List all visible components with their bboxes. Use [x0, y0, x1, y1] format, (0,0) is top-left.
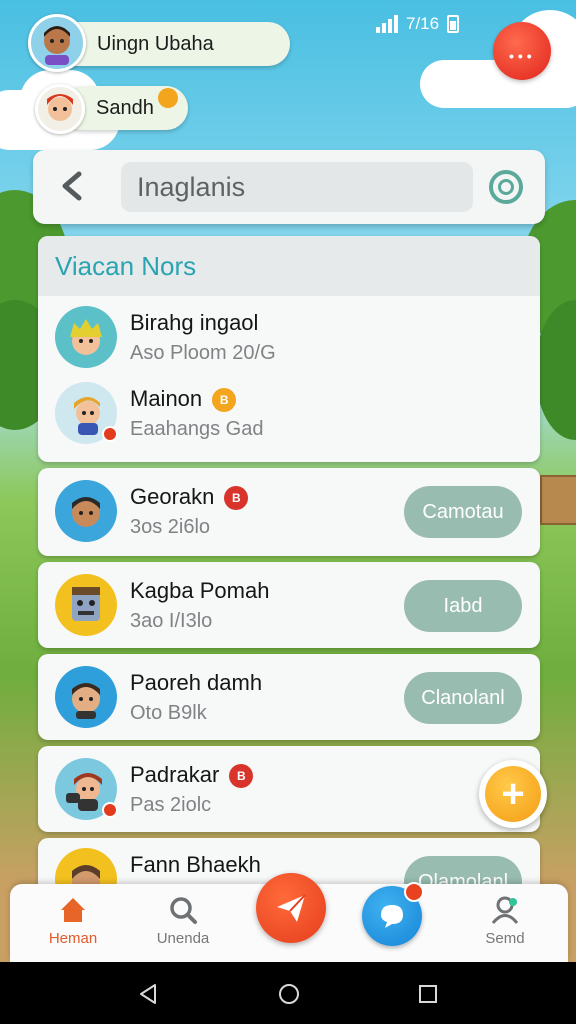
avatar: [55, 574, 117, 636]
status-dot: [102, 802, 118, 818]
contact-name-wrap: Padrakar B: [130, 762, 254, 788]
back-arrow-icon: [62, 171, 82, 201]
search-card: [33, 150, 545, 224]
battery-icon: [447, 15, 460, 33]
contact-action-button[interactable]: Iabd: [404, 580, 522, 632]
contact-card[interactable]: Kagba Pomah 3ao I/I3lo Iabd: [38, 562, 540, 648]
badge-icon: B: [212, 388, 237, 412]
home-nav-icon[interactable]: [277, 982, 301, 1006]
section-title: Viacan Nors: [38, 236, 540, 296]
nav-profile[interactable]: Semd: [460, 892, 550, 947]
nav-label: Unenda: [156, 930, 210, 947]
status-text: 7/16: [406, 14, 440, 33]
contact-subtitle: Aso Ploom 20/G: [130, 342, 276, 364]
status-bar: 7/16: [376, 12, 460, 36]
contact-subtitle: Oto B9lk: [130, 702, 207, 724]
list-item[interactable]: Birahg ingaol Aso Ploom 20/G: [38, 306, 540, 378]
contact-name-wrap: Mainon B: [130, 386, 237, 412]
list-item[interactable]: Mainon B Eaahangs Gad: [38, 382, 540, 454]
contact-card[interactable]: Padrakar B Pas 2iolc: [38, 746, 540, 832]
contact-name: Birahg ingaol: [130, 310, 259, 335]
menu-button[interactable]: •••: [493, 22, 551, 80]
badge-icon: B: [229, 764, 254, 788]
contact-name: Mainon: [130, 386, 203, 411]
chat-icon: [381, 905, 403, 928]
signal-icon: [376, 15, 398, 33]
contact-subtitle: Pas 2iolc: [130, 794, 212, 816]
contact-subtitle: Eaahangs Gad: [130, 418, 264, 440]
contact-name: Kagba Pomah: [130, 578, 270, 603]
nav-home[interactable]: Heman: [28, 892, 118, 947]
profile-chip-1[interactable]: Uingn Ubaha: [52, 22, 290, 66]
list-item: Padrakar B Pas 2iolc: [38, 758, 540, 830]
boy-avatar-icon: [66, 773, 102, 811]
contact-name: Padrakar: [130, 762, 220, 787]
robot-avatar-icon: [72, 587, 100, 621]
nav-search[interactable]: Unenda: [138, 892, 228, 947]
contact-name-wrap: Georakn B: [130, 484, 249, 510]
avatar: [55, 666, 117, 728]
target-icon[interactable]: [489, 170, 523, 204]
contact-subtitle: 3os 2i6lo: [130, 516, 211, 538]
contact-subtitle: 3ao I/I3lo: [130, 610, 213, 632]
send-button[interactable]: [256, 873, 326, 943]
home-icon: [61, 898, 85, 922]
boy-avatar-icon: [72, 497, 100, 527]
contact-action-button[interactable]: Camotau: [404, 486, 522, 538]
nav-label: Heman: [48, 930, 98, 947]
more-dots-icon: •••: [509, 48, 536, 64]
fence: [540, 475, 576, 525]
contact-card[interactable]: Georakn B 3os 2i6lo Camotau: [38, 468, 540, 556]
section-card: Viacan Nors Birahg ingaol Aso Ploom 20/G…: [38, 236, 540, 462]
person-icon: [491, 896, 519, 924]
avatar[interactable]: [28, 14, 86, 72]
search-icon: [170, 897, 197, 924]
notification-dot: [404, 882, 424, 902]
boy-avatar-icon: [44, 26, 70, 65]
system-nav-bar: [0, 962, 576, 1024]
avatar[interactable]: [35, 84, 85, 134]
profile-name: Sandh: [96, 96, 154, 119]
contact-card[interactable]: Paoreh damh Oto B9lk Clanolanl: [38, 654, 540, 740]
send-icon: [277, 894, 306, 922]
contact-name: Fann Bhaekh: [130, 852, 261, 877]
boy-avatar-icon: [72, 683, 100, 719]
avatar: [55, 306, 117, 368]
contact-name: Georakn: [130, 484, 215, 509]
search-input[interactable]: [121, 162, 473, 212]
blonde-boy-avatar-icon: [70, 319, 102, 355]
avatar: [55, 480, 117, 542]
girl-avatar-icon: [47, 94, 73, 121]
contact-action-button[interactable]: Clanolanl: [404, 672, 522, 724]
chat-button[interactable]: [362, 882, 424, 946]
nav-label: Semd: [485, 930, 525, 947]
contact-name: Paoreh damh: [130, 670, 263, 695]
plus-icon: +: [485, 766, 541, 822]
girl-avatar-icon: [74, 397, 100, 435]
badge-icon: B: [224, 486, 249, 510]
notification-badge: [158, 88, 178, 108]
recents-nav-icon[interactable]: [416, 982, 440, 1006]
add-fab-button[interactable]: +: [479, 760, 547, 828]
profile-name: Uingn Ubaha: [97, 32, 214, 55]
status-dot: [102, 426, 118, 442]
back-button[interactable]: [53, 166, 93, 206]
back-nav-icon[interactable]: [136, 982, 160, 1006]
